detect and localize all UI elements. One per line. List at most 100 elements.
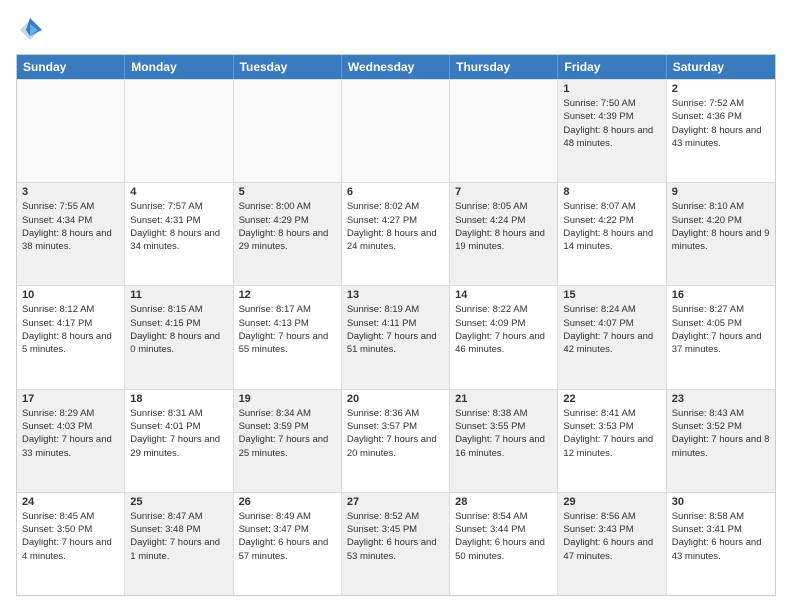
calendar-cell: 3 Sunrise: 7:55 AM Sunset: 4:34 PM Daylig…: [17, 183, 125, 285]
day-number: 4: [130, 186, 227, 198]
calendar-cell: [342, 80, 450, 182]
weekday-header: Thursday: [450, 55, 558, 79]
calendar-cell: 19 Sunrise: 8:34 AM Sunset: 3:59 PM Dayli…: [234, 390, 342, 492]
cell-details: Sunrise: 8:52 AM Sunset: 3:45 PM Dayligh…: [347, 510, 444, 563]
calendar-cell: 9Sunrise: 8:10 AM Sunset: 4:20 PM Daylig…: [667, 183, 775, 285]
day-number: 12: [239, 289, 336, 301]
cell-details: Sunrise: 8:22 AM Sunset: 4:09 PM Dayligh…: [455, 303, 552, 356]
weekday-header: Saturday: [667, 55, 775, 79]
day-number: 19: [239, 393, 336, 405]
calendar-row: 3 Sunrise: 7:55 AM Sunset: 4:34 PM Daylig…: [17, 182, 775, 285]
calendar-page: SundayMondayTuesdayWednesdayThursdayFrid…: [0, 0, 792, 612]
day-number: 1: [563, 83, 660, 95]
calendar-row: 17Sunrise: 8:29 AM Sunset: 4:03 PM Dayli…: [17, 389, 775, 492]
calendar-cell: 11Sunrise: 8:15 AM Sunset: 4:15 PM Dayli…: [125, 286, 233, 388]
cell-details: Sunrise: 8:38 AM Sunset: 3:55 PM Dayligh…: [455, 407, 552, 460]
cell-details: Sunrise: 8:24 AM Sunset: 4:07 PM Dayligh…: [563, 303, 660, 356]
calendar-cell: 22Sunrise: 8:41 AM Sunset: 3:53 PM Dayli…: [558, 390, 666, 492]
calendar-header: SundayMondayTuesdayWednesdayThursdayFrid…: [17, 55, 775, 79]
cell-details: Sunrise: 8:49 AM Sunset: 3:47 PM Dayligh…: [239, 510, 336, 563]
weekday-header: Friday: [558, 55, 666, 79]
logo: [16, 16, 48, 44]
day-number: 21: [455, 393, 552, 405]
calendar-cell: 30 Sunrise: 8:58 AM Sunset: 3:41 PM Dayli…: [667, 493, 775, 595]
calendar-cell: 29 Sunrise: 8:56 AM Sunset: 3:43 PM Dayli…: [558, 493, 666, 595]
calendar-cell: 13 Sunrise: 8:19 AM Sunset: 4:11 PM Dayli…: [342, 286, 450, 388]
day-number: 15: [563, 289, 660, 301]
day-number: 18: [130, 393, 227, 405]
cell-details: Sunrise: 8:05 AM Sunset: 4:24 PM Dayligh…: [455, 200, 552, 253]
cell-details: Sunrise: 8:07 AM Sunset: 4:22 PM Dayligh…: [563, 200, 660, 253]
cell-details: Sunrise: 8:56 AM Sunset: 3:43 PM Dayligh…: [563, 510, 660, 563]
calendar-cell: 28 Sunrise: 8:54 AM Sunset: 3:44 PM Dayli…: [450, 493, 558, 595]
cell-details: Sunrise: 8:19 AM Sunset: 4:11 PM Dayligh…: [347, 303, 444, 356]
calendar-cell: [234, 80, 342, 182]
calendar: SundayMondayTuesdayWednesdayThursdayFrid…: [16, 54, 776, 596]
cell-details: Sunrise: 7:55 AM Sunset: 4:34 PM Dayligh…: [22, 200, 119, 253]
cell-details: Sunrise: 8:34 AM Sunset: 3:59 PM Dayligh…: [239, 407, 336, 460]
day-number: 27: [347, 496, 444, 508]
cell-details: Sunrise: 8:41 AM Sunset: 3:53 PM Dayligh…: [563, 407, 660, 460]
calendar-cell: 25 Sunrise: 8:47 AM Sunset: 3:48 PM Dayli…: [125, 493, 233, 595]
calendar-cell: [125, 80, 233, 182]
day-number: 8: [563, 186, 660, 198]
calendar-cell: 18 Sunrise: 8:31 AM Sunset: 4:01 PM Dayli…: [125, 390, 233, 492]
cell-details: Sunrise: 8:43 AM Sunset: 3:52 PM Dayligh…: [672, 407, 770, 460]
cell-details: Sunrise: 7:52 AM Sunset: 4:36 PM Dayligh…: [672, 97, 770, 150]
calendar-cell: 21 Sunrise: 8:38 AM Sunset: 3:55 PM Dayli…: [450, 390, 558, 492]
calendar-cell: 5 Sunrise: 8:00 AM Sunset: 4:29 PM Daylig…: [234, 183, 342, 285]
day-number: 6: [347, 186, 444, 198]
day-number: 24: [22, 496, 119, 508]
day-number: 28: [455, 496, 552, 508]
day-number: 25: [130, 496, 227, 508]
day-number: 2: [672, 83, 770, 95]
weekday-header: Monday: [125, 55, 233, 79]
weekday-header: Wednesday: [342, 55, 450, 79]
calendar-row: 10 Sunrise: 8:12 AM Sunset: 4:17 PM Dayli…: [17, 285, 775, 388]
header: [16, 16, 776, 44]
cell-details: Sunrise: 7:50 AM Sunset: 4:39 PM Dayligh…: [563, 97, 660, 150]
calendar-cell: 8 Sunrise: 8:07 AM Sunset: 4:22 PM Daylig…: [558, 183, 666, 285]
cell-details: Sunrise: 8:12 AM Sunset: 4:17 PM Dayligh…: [22, 303, 119, 356]
calendar-row: 1 Sunrise: 7:50 AM Sunset: 4:39 PM Daylig…: [17, 79, 775, 182]
cell-details: Sunrise: 7:57 AM Sunset: 4:31 PM Dayligh…: [130, 200, 227, 253]
calendar-cell: 10 Sunrise: 8:12 AM Sunset: 4:17 PM Dayli…: [17, 286, 125, 388]
cell-details: Sunrise: 8:27 AM Sunset: 4:05 PM Dayligh…: [672, 303, 770, 356]
calendar-cell: 14Sunrise: 8:22 AM Sunset: 4:09 PM Dayli…: [450, 286, 558, 388]
calendar-row: 24 Sunrise: 8:45 AM Sunset: 3:50 PM Dayli…: [17, 492, 775, 595]
cell-details: Sunrise: 8:58 AM Sunset: 3:41 PM Dayligh…: [672, 510, 770, 563]
calendar-cell: 17Sunrise: 8:29 AM Sunset: 4:03 PM Dayli…: [17, 390, 125, 492]
cell-details: Sunrise: 8:29 AM Sunset: 4:03 PM Dayligh…: [22, 407, 119, 460]
day-number: 13: [347, 289, 444, 301]
cell-details: Sunrise: 8:45 AM Sunset: 3:50 PM Dayligh…: [22, 510, 119, 563]
cell-details: Sunrise: 8:54 AM Sunset: 3:44 PM Dayligh…: [455, 510, 552, 563]
calendar-body: 1 Sunrise: 7:50 AM Sunset: 4:39 PM Daylig…: [17, 79, 775, 595]
cell-details: Sunrise: 8:02 AM Sunset: 4:27 PM Dayligh…: [347, 200, 444, 253]
cell-details: Sunrise: 8:31 AM Sunset: 4:01 PM Dayligh…: [130, 407, 227, 460]
calendar-cell: 4 Sunrise: 7:57 AM Sunset: 4:31 PM Daylig…: [125, 183, 233, 285]
day-number: 30: [672, 496, 770, 508]
calendar-cell: 7 Sunrise: 8:05 AM Sunset: 4:24 PM Daylig…: [450, 183, 558, 285]
day-number: 7: [455, 186, 552, 198]
day-number: 26: [239, 496, 336, 508]
calendar-cell: 12 Sunrise: 8:17 AM Sunset: 4:13 PM Dayli…: [234, 286, 342, 388]
calendar-cell: 26 Sunrise: 8:49 AM Sunset: 3:47 PM Dayli…: [234, 493, 342, 595]
cell-details: Sunrise: 8:47 AM Sunset: 3:48 PM Dayligh…: [130, 510, 227, 563]
weekday-header: Sunday: [17, 55, 125, 79]
cell-details: Sunrise: 8:36 AM Sunset: 3:57 PM Dayligh…: [347, 407, 444, 460]
calendar-cell: 16Sunrise: 8:27 AM Sunset: 4:05 PM Dayli…: [667, 286, 775, 388]
day-number: 29: [563, 496, 660, 508]
calendar-cell: 6 Sunrise: 8:02 AM Sunset: 4:27 PM Daylig…: [342, 183, 450, 285]
calendar-cell: 27 Sunrise: 8:52 AM Sunset: 3:45 PM Dayli…: [342, 493, 450, 595]
cell-details: Sunrise: 8:17 AM Sunset: 4:13 PM Dayligh…: [239, 303, 336, 356]
day-number: 3: [22, 186, 119, 198]
calendar-cell: 23Sunrise: 8:43 AM Sunset: 3:52 PM Dayli…: [667, 390, 775, 492]
day-number: 10: [22, 289, 119, 301]
day-number: 5: [239, 186, 336, 198]
day-number: 11: [130, 289, 227, 301]
day-number: 9: [672, 186, 770, 198]
cell-details: Sunrise: 8:00 AM Sunset: 4:29 PM Dayligh…: [239, 200, 336, 253]
calendar-cell: 24 Sunrise: 8:45 AM Sunset: 3:50 PM Dayli…: [17, 493, 125, 595]
calendar-cell: 20Sunrise: 8:36 AM Sunset: 3:57 PM Dayli…: [342, 390, 450, 492]
calendar-cell: 15 Sunrise: 8:24 AM Sunset: 4:07 PM Dayli…: [558, 286, 666, 388]
